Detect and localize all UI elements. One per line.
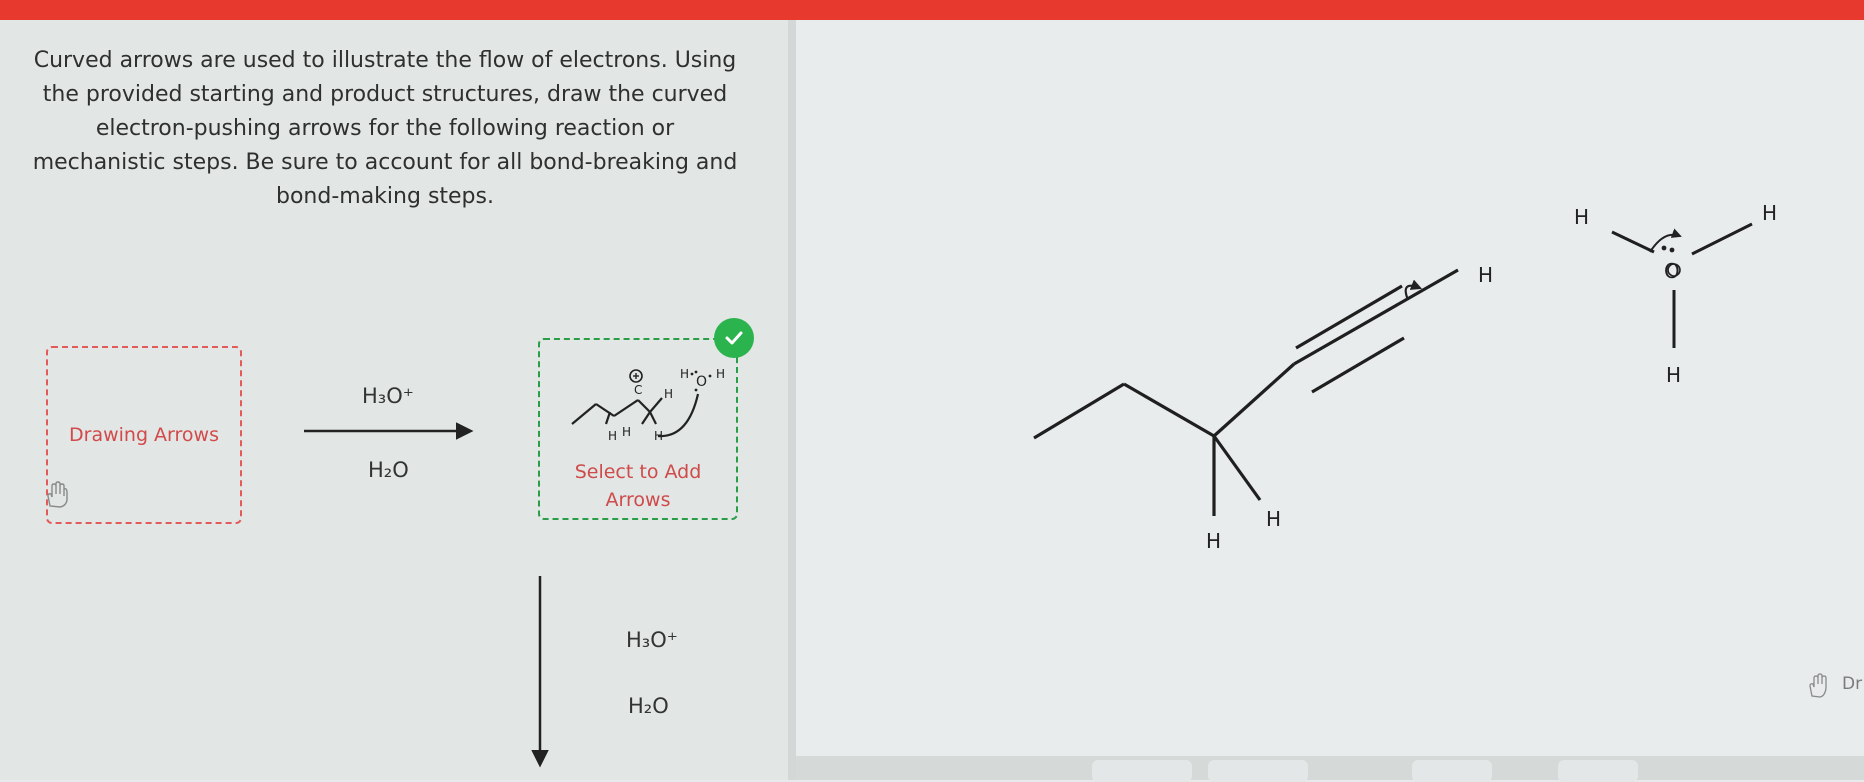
panel-divider[interactable] <box>788 20 796 780</box>
drawing-arrows-label: Drawing Arrows <box>69 424 219 446</box>
check-icon[interactable] <box>714 318 754 358</box>
drag-tool-label[interactable]: Dr <box>1842 674 1862 694</box>
check-icon[interactable] <box>1558 760 1638 782</box>
reagent-below-arrow: H₂O <box>368 458 409 482</box>
select-to-add-arrows-box[interactable]: C H H H H H O H Select to Add Arrows <box>538 338 738 520</box>
select-to-add-arrows-label: Select to Add Arrows <box>574 461 702 511</box>
bottom-toolbar <box>796 756 1864 782</box>
instructions-text: Curved arrows are used to illustrate the… <box>32 48 738 209</box>
intermediate-structure-sketch: C H H H H H O H <box>571 367 725 443</box>
sketch-atom-h: H <box>716 367 725 381</box>
sketch-atom-h: H <box>680 367 689 381</box>
drawing-canvas[interactable] <box>796 20 1864 780</box>
top-bar <box>0 0 1864 20</box>
sketch-atom-c: C <box>634 383 642 397</box>
sketch-atom-h: H <box>622 425 631 439</box>
drawing-arrows-box[interactable]: Drawing Arrows <box>46 346 242 524</box>
sketch-atom-h: H <box>608 429 617 443</box>
reagent-bottom-down: H₂O <box>628 694 669 718</box>
redo-icon[interactable] <box>1208 760 1308 782</box>
trash-icon[interactable] <box>1412 760 1492 782</box>
sketch-atom-h: H <box>664 387 673 401</box>
undo-icon[interactable] <box>1092 760 1192 782</box>
sketch-atom-h: H <box>654 429 663 443</box>
hand-icon <box>47 481 68 508</box>
sketch-atom-o: O <box>696 374 707 390</box>
reagent-above-arrow: H₃O⁺ <box>362 384 414 408</box>
reagent-top-down: H₃O⁺ <box>626 628 678 652</box>
